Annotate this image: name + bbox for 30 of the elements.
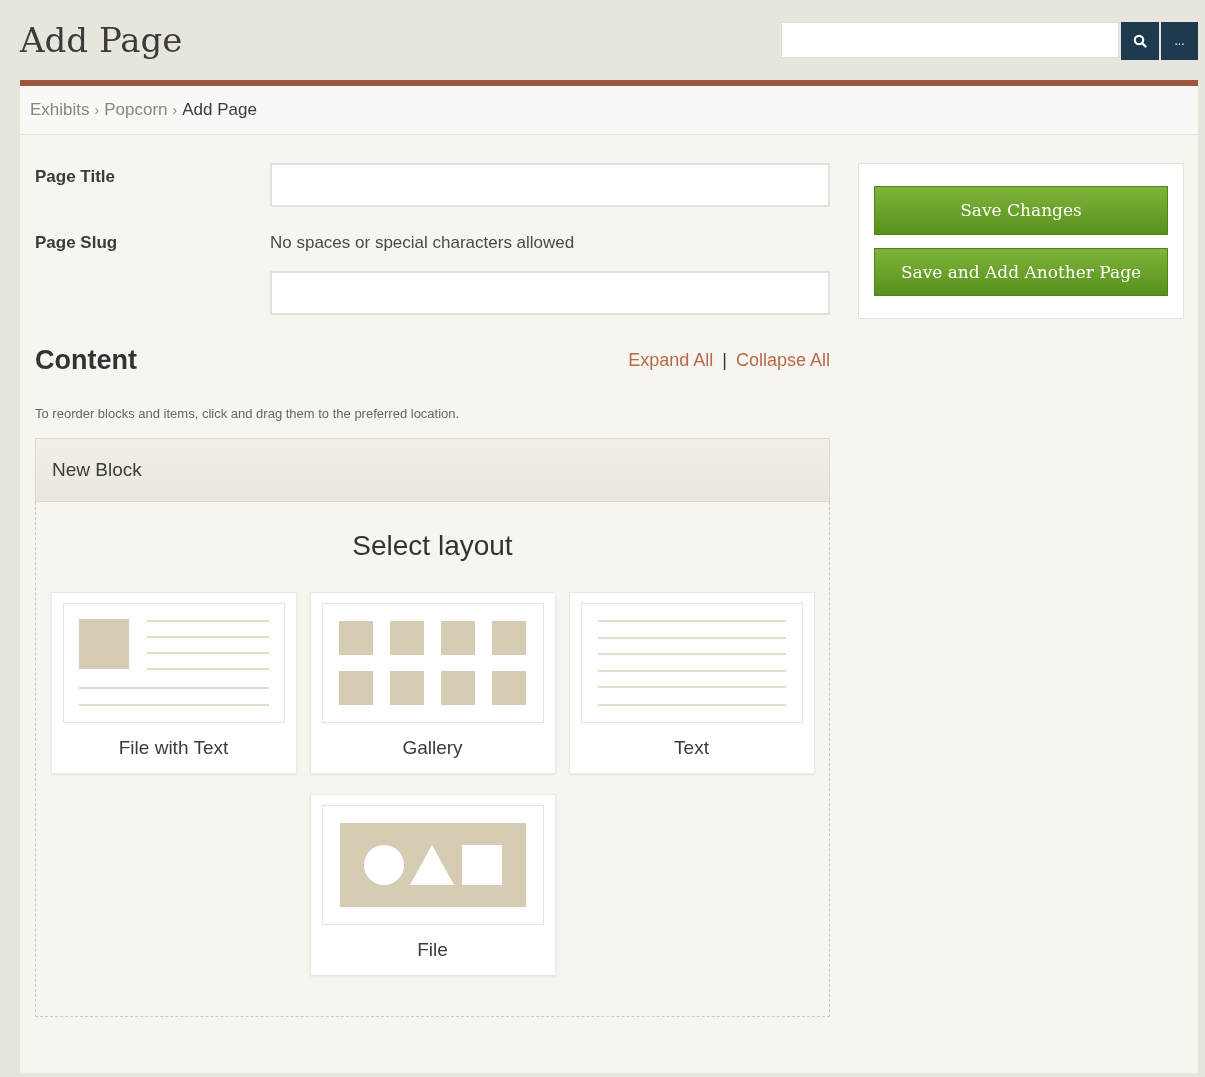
text-field[interactable] — [270, 163, 830, 207]
field-label: Page Title — [35, 166, 116, 188]
search-button[interactable] — [1121, 22, 1159, 60]
breadcrumb-current: Add Page — [182, 100, 257, 120]
breadcrumb-link[interactable]: Popcorn — [104, 100, 168, 120]
layout-option[interactable]: Gallery — [309, 592, 556, 774]
file-layout-icon — [339, 823, 526, 907]
block-title: New Block — [52, 459, 142, 481]
expand-all-link[interactable]: Expand All — [628, 350, 714, 370]
field-hint: No spaces or special characters allowed — [270, 232, 576, 253]
link-divider: | — [722, 350, 727, 370]
section-heading: Content — [35, 345, 137, 376]
layout-option[interactable]: File — [309, 794, 556, 976]
instructions-text: To reorder blocks and items, click and drag them to the preferred location. — [35, 406, 461, 421]
breadcrumb-separator: › — [172, 102, 178, 118]
field-label: Page Slug — [35, 232, 119, 254]
search-icon — [1133, 34, 1147, 48]
search-field[interactable] — [781, 22, 1119, 58]
file-with-text-layout-icon — [78, 619, 269, 707]
text-layout-icon — [597, 620, 786, 706]
page-title: Add Page — [20, 20, 183, 60]
layout-heading: Select layout — [351, 530, 514, 562]
advanced-search-button[interactable]: ... — [1161, 22, 1198, 60]
layout-option[interactable]: Text — [568, 592, 815, 774]
breadcrumb-separator: › — [94, 102, 100, 118]
block-header[interactable]: New Block — [35, 438, 830, 502]
gallery-layout-icon — [339, 621, 526, 705]
text-field[interactable] — [270, 271, 830, 315]
layout-option[interactable]: File with Text — [50, 592, 297, 774]
collapse-all-link[interactable]: Collapse All — [735, 350, 830, 370]
